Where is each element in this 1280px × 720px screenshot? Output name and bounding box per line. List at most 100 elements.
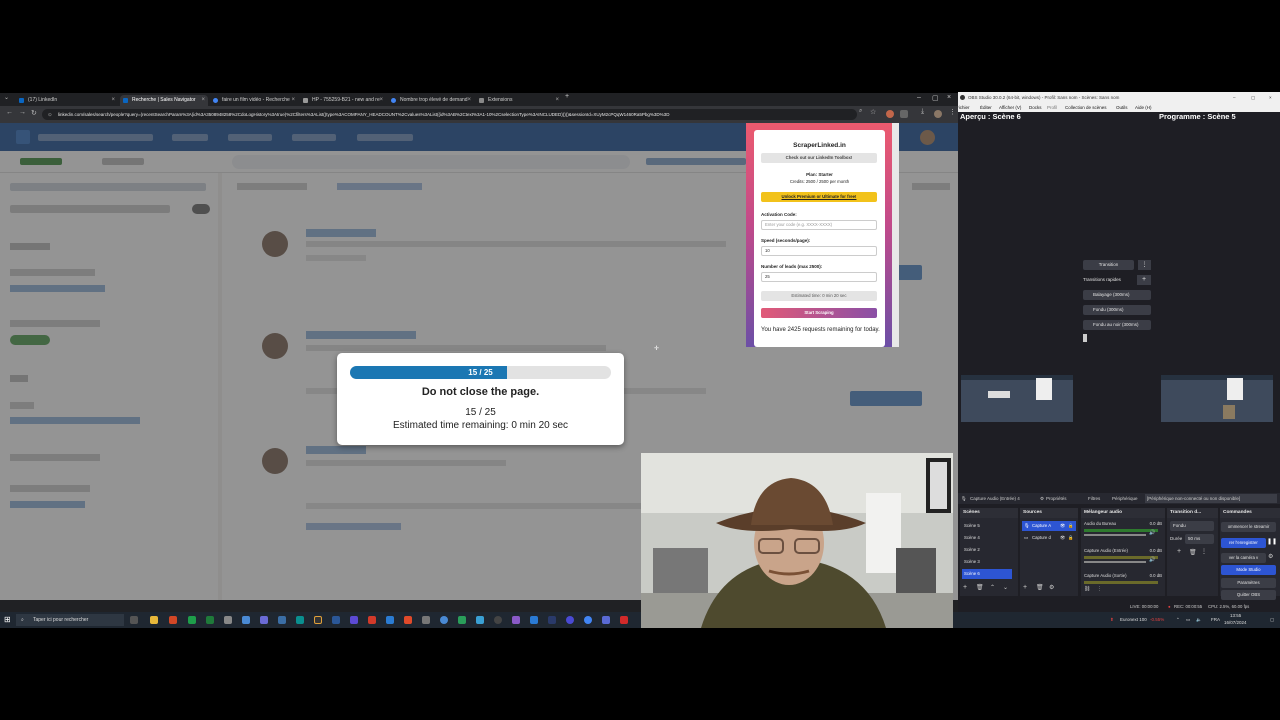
filters-button[interactable]: Filtres	[1088, 493, 1100, 504]
volume-icon[interactable]: 🔈	[1196, 612, 1202, 628]
tab-google-search[interactable]: faire un film vidéo - Recherche ×	[210, 95, 298, 106]
app-icon[interactable]	[476, 616, 484, 624]
menu-dots-icon[interactable]: ⋮	[1097, 586, 1102, 592]
menu-fichier[interactable]: Fichier	[958, 103, 970, 112]
app-icon[interactable]	[548, 616, 556, 624]
app-icon[interactable]	[566, 616, 574, 624]
windows-start-icon[interactable]: ⊞	[4, 615, 11, 624]
speaker-icon[interactable]: 🔊	[1149, 530, 1155, 536]
lock-icon[interactable]: 🔒	[1068, 533, 1073, 543]
extensions-puzzle-icon[interactable]	[900, 110, 908, 118]
app-icon[interactable]	[422, 616, 430, 624]
preview-canvas[interactable]	[961, 375, 1073, 422]
close-tab-icon[interactable]: ×	[467, 95, 471, 106]
source-item-selected[interactable]: 🎙 Capture A 👁 🔒	[1022, 521, 1076, 531]
app-icon[interactable]	[620, 616, 628, 624]
app-icon[interactable]	[242, 616, 250, 624]
app-icon[interactable]	[260, 616, 268, 624]
close-window-icon[interactable]: ×	[947, 94, 951, 101]
bookmark-star-icon[interactable]: ☆	[870, 108, 876, 116]
menu-editer[interactable]: Éditer	[980, 103, 992, 112]
quick-transition-balayage[interactable]: Balayage (300ms)	[1083, 290, 1151, 300]
delete-scene-icon[interactable]: 🗑	[976, 584, 984, 591]
extension-scrollbar[interactable]	[892, 123, 899, 347]
tab-extensions[interactable]: Extensions ×	[476, 95, 562, 106]
minimize-icon[interactable]: –	[1233, 92, 1236, 103]
app-icon[interactable]	[404, 616, 412, 624]
forward-icon[interactable]: →	[19, 109, 26, 116]
excel-icon[interactable]	[206, 616, 214, 624]
visibility-eye-icon[interactable]: 👁	[1060, 533, 1065, 543]
menu-dots-icon[interactable]: ⋮	[1201, 548, 1207, 555]
stop-recording-button[interactable]: rer l'enregistrer	[1221, 538, 1266, 548]
scene-item[interactable]: Scène 3	[962, 557, 1012, 567]
add-scene-icon[interactable]: +	[963, 584, 967, 591]
move-up-icon[interactable]: ⌃	[990, 584, 995, 591]
download-icon[interactable]: ⤓	[921, 108, 924, 116]
chevron-up-icon[interactable]: ⌃	[1176, 612, 1180, 628]
lock-icon[interactable]: 🔒	[1068, 521, 1073, 531]
gear-icon[interactable]: ⚙	[1049, 584, 1054, 591]
leads-input[interactable]: 25	[761, 272, 877, 282]
ticker-name[interactable]: Euronext 100	[1120, 612, 1147, 628]
powerpoint-icon[interactable]	[368, 616, 376, 624]
language-indicator[interactable]: FRA	[1211, 612, 1220, 628]
reload-icon[interactable]: ↻	[31, 109, 37, 117]
maximize-icon[interactable]: ▢	[1251, 92, 1255, 103]
menu-dots-icon[interactable]: ⋮	[949, 108, 956, 116]
close-tab-icon[interactable]: ×	[201, 95, 205, 106]
add-quick-transition-icon[interactable]: +	[1137, 275, 1151, 285]
tbar-handle[interactable]	[1083, 334, 1087, 342]
close-tab-icon[interactable]: ×	[291, 95, 295, 106]
file-explorer-icon[interactable]	[150, 616, 158, 624]
taskbar-search-input[interactable]: ⌕ Taper ici pour rechercher	[16, 614, 124, 626]
new-tab-button[interactable]: +	[565, 93, 569, 100]
app-icon[interactable]	[602, 616, 610, 624]
tab-nombre-trop-eleve[interactable]: Nombre trop élevé de demand ×	[388, 95, 474, 106]
notification-icon[interactable]: ▢	[1270, 612, 1274, 628]
app-icon[interactable]	[512, 616, 520, 624]
move-down-icon[interactable]: ⌄	[1003, 584, 1008, 591]
menu-aide[interactable]: Aide (H)	[1135, 103, 1152, 112]
activation-code-input[interactable]: Enter your code (e.g. XXXX-XXXX)	[761, 220, 877, 230]
add-transition-icon[interactable]: +	[1177, 548, 1181, 555]
scene-item[interactable]: Scène 5	[962, 521, 1012, 531]
transition-button[interactable]: Transition	[1083, 260, 1134, 270]
toolbox-button[interactable]: Check out our LinkedIn Toolbox!	[761, 153, 877, 163]
settings-icon[interactable]	[224, 616, 232, 624]
close-tab-icon[interactable]: ×	[379, 95, 383, 106]
program-canvas[interactable]	[1161, 375, 1273, 422]
start-streaming-button[interactable]: ommencer le streamir	[1221, 522, 1276, 532]
back-icon[interactable]: ←	[6, 109, 13, 116]
url-input[interactable]: ⊙ linkedin.com/sales/search/people?query…	[42, 109, 857, 120]
delete-source-icon[interactable]: 🗑	[1036, 584, 1044, 591]
app-icon[interactable]	[332, 616, 340, 624]
device-select[interactable]: [Périphérique non-connecté ou non dispon…	[1145, 494, 1277, 503]
minimize-icon[interactable]: –	[917, 94, 921, 101]
teams-icon[interactable]	[350, 616, 358, 624]
edge-icon[interactable]	[296, 616, 304, 624]
visibility-eye-icon[interactable]: 👁	[1060, 521, 1065, 531]
app-icon[interactable]	[458, 616, 466, 624]
studio-mode-button[interactable]: Mode Studio	[1221, 565, 1276, 575]
menu-collection-scenes[interactable]: Collection de scènes	[1065, 103, 1107, 112]
menu-afficher[interactable]: Afficher (V)	[999, 103, 1021, 112]
transition-menu-icon[interactable]: ⋮	[1138, 260, 1151, 270]
properties-button[interactable]: Propriétés	[1046, 493, 1067, 504]
gear-icon[interactable]: ⚙	[1268, 553, 1273, 560]
menu-profil[interactable]: Profil	[1047, 103, 1057, 112]
exit-obs-button[interactable]: Quitter OBS	[1221, 590, 1276, 600]
volume-slider[interactable]	[1084, 534, 1146, 536]
scene-item[interactable]: Scène 4	[962, 533, 1012, 543]
vscode-icon[interactable]	[530, 616, 538, 624]
word-icon[interactable]	[386, 616, 394, 624]
app-icon[interactable]	[169, 616, 177, 624]
tab-sales-navigator[interactable]: Recherche | Sales Navigator ×	[120, 95, 208, 106]
close-tab-icon[interactable]: ×	[555, 95, 559, 106]
tab-linkedin[interactable]: (17) LinkedIn ×	[16, 95, 118, 106]
network-icon[interactable]: ▭	[1186, 612, 1190, 628]
link-icon[interactable]: ⛓	[1084, 586, 1090, 592]
zoom-icon[interactable]: ⌕	[859, 108, 862, 115]
site-info-icon[interactable]: ⊙	[48, 109, 52, 120]
volume-slider[interactable]	[1084, 561, 1146, 563]
